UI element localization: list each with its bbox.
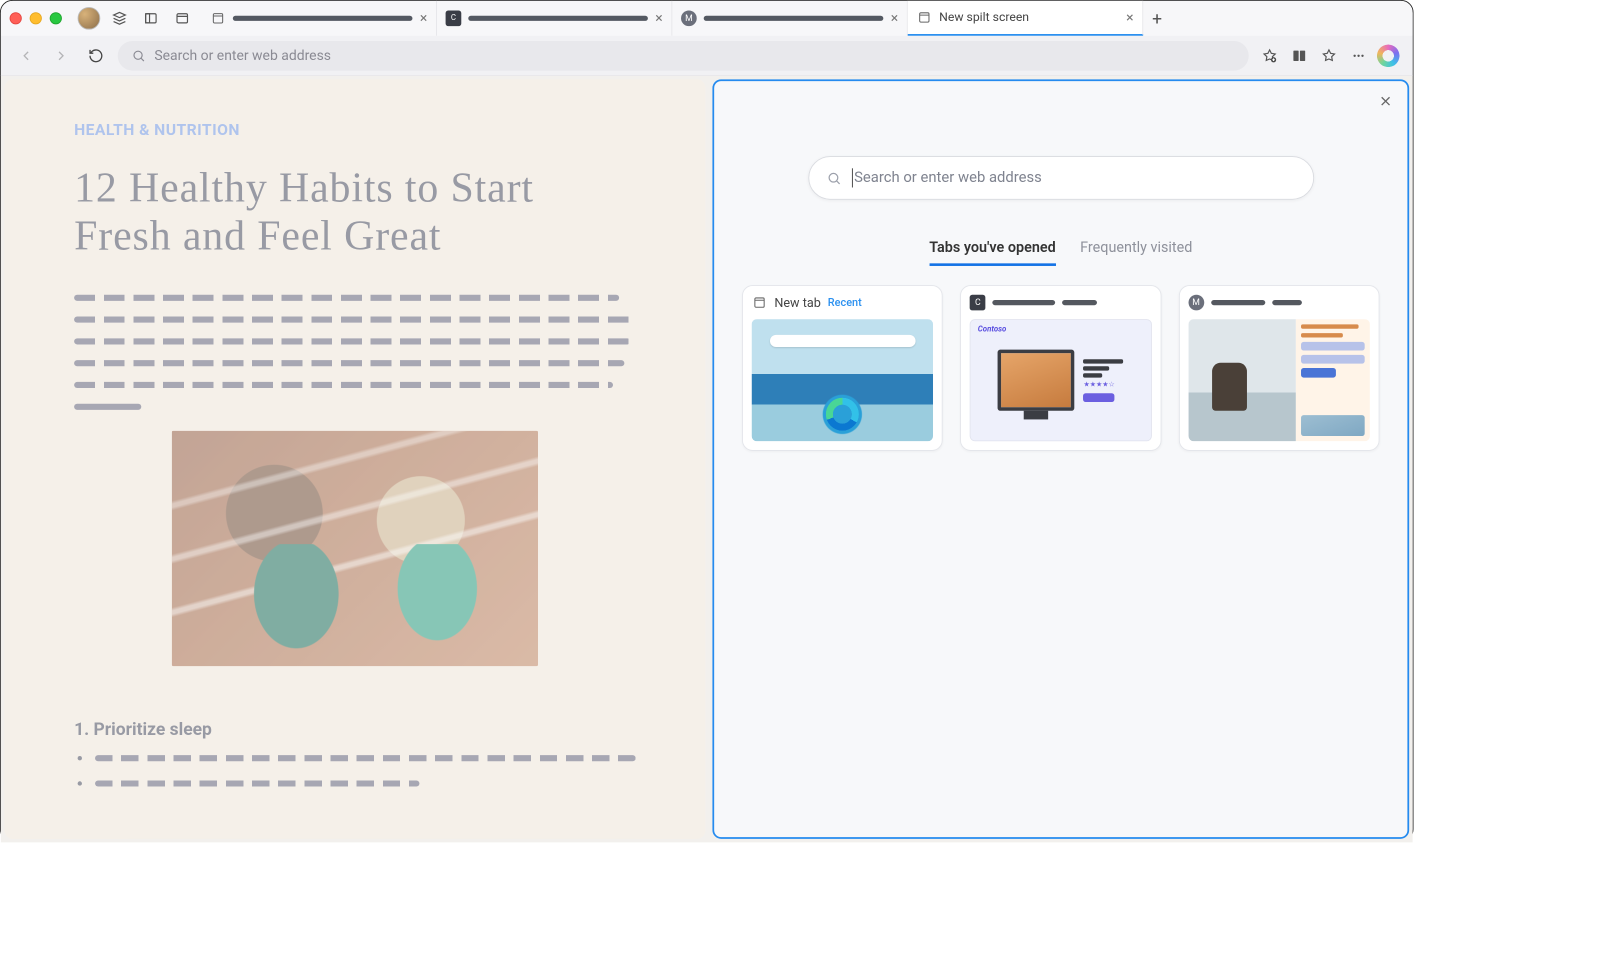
card-thumbnail-product: Contoso ★★★★☆ — [970, 319, 1152, 441]
window-titlebar: × C × M × New spilt screen × + — [1, 1, 1413, 36]
article-title: 12 Healthy Habits to Start Fresh and Fee… — [74, 164, 636, 260]
window-controls — [10, 12, 62, 24]
tab-favicon-page-icon — [210, 10, 226, 26]
reload-button[interactable] — [83, 42, 109, 68]
card-title-redacted — [993, 300, 1152, 305]
tab-frequent[interactable]: Frequently visited — [1080, 240, 1192, 266]
browser-tab-0[interactable]: × — [201, 1, 436, 36]
product-brand: Contoso — [978, 325, 1007, 334]
card-title-redacted — [1211, 300, 1370, 305]
search-icon — [826, 170, 841, 185]
card-favicon-page-icon — [752, 295, 768, 311]
tab-actions-icon[interactable] — [139, 6, 163, 30]
window-maximize-button[interactable] — [50, 12, 62, 24]
card-thumbnail-edge — [752, 319, 934, 441]
tab-favicon-page-icon — [916, 10, 932, 26]
browser-tab-3[interactable]: New spilt screen × — [908, 1, 1143, 36]
tab-favicon-c-icon: C — [446, 10, 462, 26]
tab-strip: × C × M × New spilt screen × + — [201, 1, 1403, 36]
tab-close-button[interactable]: × — [891, 11, 898, 25]
article-bullet-list — [74, 755, 636, 786]
split-screen-icon[interactable] — [1287, 43, 1311, 67]
split-section-tabs: Tabs you've opened Frequently visited — [929, 240, 1192, 266]
opened-tabs-cards: New tab Recent C Contoso — [732, 285, 1390, 451]
favorites-icon[interactable] — [1317, 43, 1341, 67]
nav-back-button[interactable] — [13, 42, 39, 68]
card-title: New tab — [774, 295, 820, 310]
split-workspace: HEALTH & NUTRITION 12 Healthy Habits to … — [1, 76, 1413, 842]
recent-badge: Recent — [828, 296, 862, 309]
list-item — [95, 781, 419, 787]
article-paragraph-placeholder — [74, 295, 636, 410]
favorites-add-icon[interactable] — [1257, 43, 1281, 67]
tab-title-redacted — [468, 16, 648, 21]
window-minimize-button[interactable] — [30, 12, 42, 24]
more-menu-icon[interactable] — [1346, 43, 1370, 67]
split-pane-right[interactable]: Search or enter web address Tabs you've … — [712, 79, 1409, 839]
tab-close-button[interactable]: × — [420, 11, 427, 25]
tab-opened[interactable]: Tabs you've opened — [929, 240, 1056, 266]
text-caret — [852, 168, 853, 187]
toolbar: Search or enter web address — [1, 36, 1413, 76]
tab-close-button[interactable]: × — [655, 11, 662, 25]
browser-tab-2[interactable]: M × — [672, 1, 907, 36]
article-hero-image — [172, 431, 538, 666]
address-placeholder: Search or enter web address — [154, 47, 331, 64]
address-bar[interactable]: Search or enter web address — [118, 41, 1249, 71]
split-search-input[interactable]: Search or enter web address — [808, 156, 1314, 200]
profile-avatar[interactable] — [78, 7, 101, 30]
window-close-button[interactable] — [10, 12, 22, 24]
article-section-heading: 1. Prioritize sleep — [74, 719, 636, 740]
tab-close-button[interactable]: × — [1126, 10, 1133, 24]
browser-tab-1[interactable]: C × — [437, 1, 672, 36]
card-favicon-c-icon: C — [970, 295, 986, 311]
split-pane-left[interactable]: HEALTH & NUTRITION 12 Healthy Habits to … — [4, 79, 705, 839]
tab-title: New spilt screen — [939, 10, 1119, 24]
workspaces-icon[interactable] — [107, 6, 131, 30]
tab-favicon-m-icon: M — [681, 10, 697, 26]
vertical-tabs-icon[interactable] — [170, 6, 194, 30]
article-category: HEALTH & NUTRITION — [74, 121, 636, 139]
search-placeholder: Search or enter web address — [854, 169, 1042, 186]
card-thumbnail-travel — [1188, 319, 1370, 441]
nav-forward-button[interactable] — [48, 42, 74, 68]
card-favicon-m-icon: M — [1188, 295, 1204, 311]
tab-title-redacted — [704, 16, 884, 21]
card-new-tab[interactable]: New tab Recent — [742, 285, 943, 451]
card-travel[interactable]: M — [1179, 285, 1380, 451]
card-product[interactable]: C Contoso ★★★★☆ — [960, 285, 1161, 451]
split-close-button[interactable] — [1378, 93, 1394, 112]
copilot-icon[interactable] — [1376, 43, 1400, 67]
tab-title-redacted — [233, 16, 413, 21]
search-icon — [132, 48, 146, 62]
toolbar-right — [1257, 43, 1400, 67]
list-item — [95, 755, 636, 761]
new-tab-button[interactable]: + — [1143, 1, 1171, 36]
